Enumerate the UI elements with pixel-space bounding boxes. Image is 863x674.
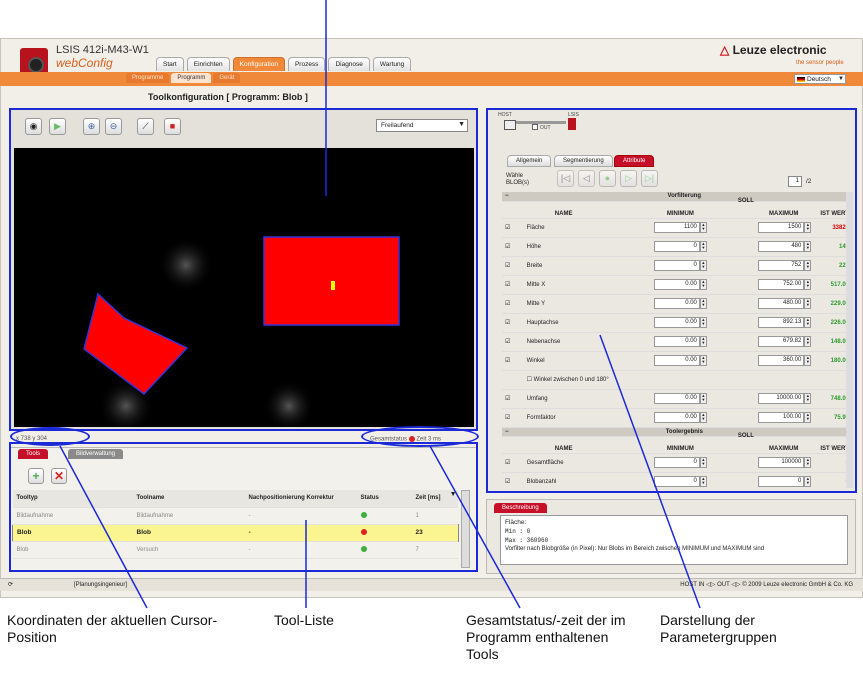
callout-tool-list: Tool-Liste xyxy=(274,612,334,628)
callout-line-total xyxy=(429,445,521,609)
callout-line-coords xyxy=(59,445,148,609)
callout-lines xyxy=(59,0,701,609)
callout-line-params xyxy=(599,334,701,609)
callout-coordinates: Koordinaten der aktuellen Cursor-Positio… xyxy=(7,612,218,645)
callout-total-status: Gesamtstatus/-zeit der im Programm entha… xyxy=(466,612,626,662)
callout-parameter-groups: Darstellung der Parametergruppen xyxy=(660,612,777,645)
